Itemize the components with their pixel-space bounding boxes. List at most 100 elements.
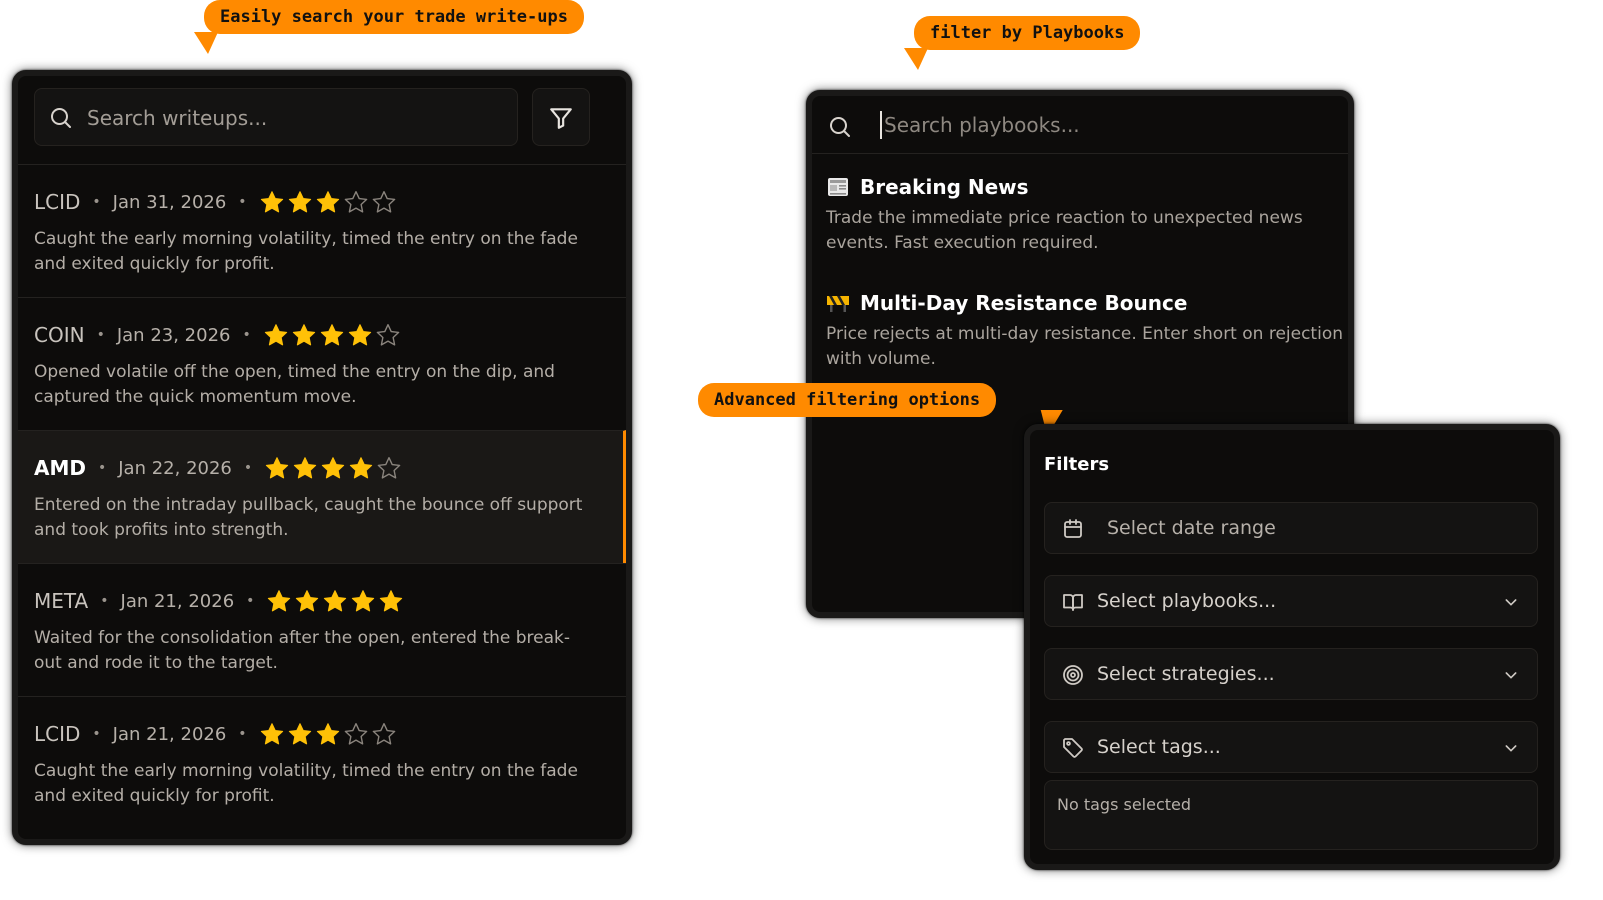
strategies-select-label: Select strategies...	[1097, 663, 1275, 685]
separator-dot: •	[96, 327, 105, 343]
star-filled-icon	[349, 457, 373, 479]
separator-dot: •	[97, 460, 107, 476]
writeup-item[interactable]: LCID • Jan 21, 2026 • Caught the early morni…	[18, 696, 626, 829]
star-filled-icon	[380, 590, 403, 612]
callout-search-tail	[193, 32, 227, 54]
star-filled-icon	[268, 590, 291, 612]
separator-dot: •	[242, 327, 251, 343]
writeup-date: Jan 23, 2026	[116, 324, 231, 346]
writeup-note: Entered on the intraday pullback, caught…	[34, 495, 583, 540]
writeup-meta: LCID • Jan 21, 2026 •	[34, 719, 610, 749]
separator-dot: •	[246, 593, 255, 609]
separator-dot: •	[243, 460, 253, 476]
star-rating	[266, 588, 406, 614]
playbook-item-breaking-news[interactable]: Breaking News Trade the immediate price …	[826, 172, 1346, 256]
writeup-date: Jan 22, 2026	[118, 457, 232, 479]
playbooks-search-placeholder: Search playbooks...	[884, 113, 1080, 137]
text-caret	[880, 111, 882, 139]
callout-search: Easily search your trade write-ups	[204, 0, 584, 34]
star-filled-icon	[293, 457, 317, 479]
filter-icon	[550, 108, 572, 129]
chevron-down-icon	[1505, 745, 1517, 752]
search-icon	[51, 108, 71, 128]
separator-dot: •	[100, 593, 109, 609]
filters-panel: Filters Select date range Select playboo…	[1024, 424, 1560, 870]
star-rating	[259, 189, 399, 215]
writeup-ticker: AMD	[34, 456, 86, 480]
writeup-item[interactable]: LCID • Jan 31, 2026 • Caught the early morni…	[18, 164, 626, 297]
callout-advanced: Advanced filtering options	[698, 383, 997, 417]
writeup-meta: COIN • Jan 23, 2026 •	[34, 320, 610, 350]
star-filled-icon	[316, 723, 339, 745]
callout-playbooks: filter by Playbooks	[914, 16, 1141, 50]
writeup-date: Jan 21, 2026	[112, 723, 227, 745]
writeup-meta: AMD • Jan 22, 2026 •	[34, 453, 607, 483]
star-filled-icon	[288, 723, 311, 745]
star-empty-icon	[376, 324, 400, 346]
filter-button[interactable]	[532, 88, 590, 146]
newspaper-icon	[828, 178, 848, 196]
writeup-note: Caught the early morning volatility, tim…	[34, 229, 578, 274]
writeup-note: Caught the early morning volatility, tim…	[34, 761, 578, 806]
writeup-note: Waited for the consolidation after the o…	[34, 628, 571, 673]
writeups-search-input[interactable]: Search writeups...	[34, 88, 518, 146]
star-empty-icon	[344, 723, 367, 745]
callout-playbooks-tail	[903, 48, 937, 70]
playbook-description: Trade the immediate price reaction to un…	[826, 208, 1303, 253]
playbooks-search-input[interactable]: Search playbooks...	[812, 96, 1348, 154]
writeup-item[interactable]: COIN • Jan 23, 2026 • Opened volatile off th…	[18, 297, 626, 430]
star-filled-icon	[316, 191, 339, 213]
star-rating	[263, 322, 403, 348]
writeup-ticker: META	[34, 589, 89, 613]
writeup-meta: LCID • Jan 31, 2026 •	[34, 187, 610, 217]
writeups-list: LCID • Jan 31, 2026 • Caught the early morni…	[18, 164, 626, 829]
star-filled-icon	[296, 590, 319, 612]
search-icon	[830, 117, 850, 137]
writeup-ticker: LCID	[34, 190, 81, 214]
target-icon	[1063, 665, 1083, 685]
date-range-label: Select date range	[1107, 517, 1276, 539]
star-empty-icon	[344, 191, 367, 213]
star-empty-icon	[372, 191, 395, 213]
star-filled-icon	[260, 191, 283, 213]
star-filled-icon	[265, 457, 289, 479]
star-rating	[259, 721, 399, 747]
writeup-date: Jan 31, 2026	[112, 191, 227, 213]
chevron-down-icon	[1505, 599, 1517, 606]
star-filled-icon	[352, 590, 375, 612]
no-tags-text: No tags selected	[1057, 795, 1192, 814]
star-filled-icon	[260, 723, 283, 745]
star-filled-icon	[292, 324, 315, 346]
writeups-panel: Search writeups... LCID • Jan 31, 2026 • Cau…	[12, 70, 632, 845]
chevron-down-icon	[1505, 672, 1517, 679]
star-filled-icon	[324, 590, 347, 612]
star-rating	[264, 455, 404, 481]
star-empty-icon	[372, 723, 395, 745]
writeup-item[interactable]: AMD • Jan 22, 2026 • Entered on the intraday…	[18, 430, 626, 563]
separator-dot: •	[238, 726, 247, 742]
playbooks-select-label: Select playbooks...	[1097, 590, 1277, 612]
playbook-title: Multi-Day Resistance Bounce	[860, 291, 1188, 315]
tags-select-label: Select tags...	[1097, 736, 1221, 758]
tag-icon	[1063, 738, 1083, 758]
tags-select[interactable]: Select tags...	[1044, 721, 1538, 773]
calendar-icon	[1064, 519, 1082, 538]
book-open-icon	[1063, 594, 1083, 611]
writeup-item[interactable]: META • Jan 21, 2026 • Waited for the consoli…	[18, 563, 626, 696]
playbook-item-resistance-bounce[interactable]: Multi-Day Resistance Bounce Price reject…	[826, 288, 1346, 372]
playbook-description: Price rejects at multi-day resistance. E…	[826, 324, 1343, 369]
writeup-date: Jan 21, 2026	[120, 590, 235, 612]
star-filled-icon	[320, 324, 343, 346]
writeup-ticker: LCID	[34, 722, 81, 746]
date-range-picker[interactable]: Select date range	[1044, 502, 1538, 554]
filters-title: Filters	[1044, 454, 1110, 475]
writeup-ticker: COIN	[34, 323, 85, 347]
playbooks-select[interactable]: Select playbooks...	[1044, 575, 1538, 627]
star-filled-icon	[321, 457, 345, 479]
separator-dot: •	[92, 194, 101, 210]
writeups-search-placeholder: Search writeups...	[87, 106, 268, 130]
separator-dot: •	[92, 726, 101, 742]
writeup-note: Opened volatile off the open, timed the …	[34, 362, 555, 407]
strategies-select[interactable]: Select strategies...	[1044, 648, 1538, 700]
separator-dot: •	[238, 194, 247, 210]
